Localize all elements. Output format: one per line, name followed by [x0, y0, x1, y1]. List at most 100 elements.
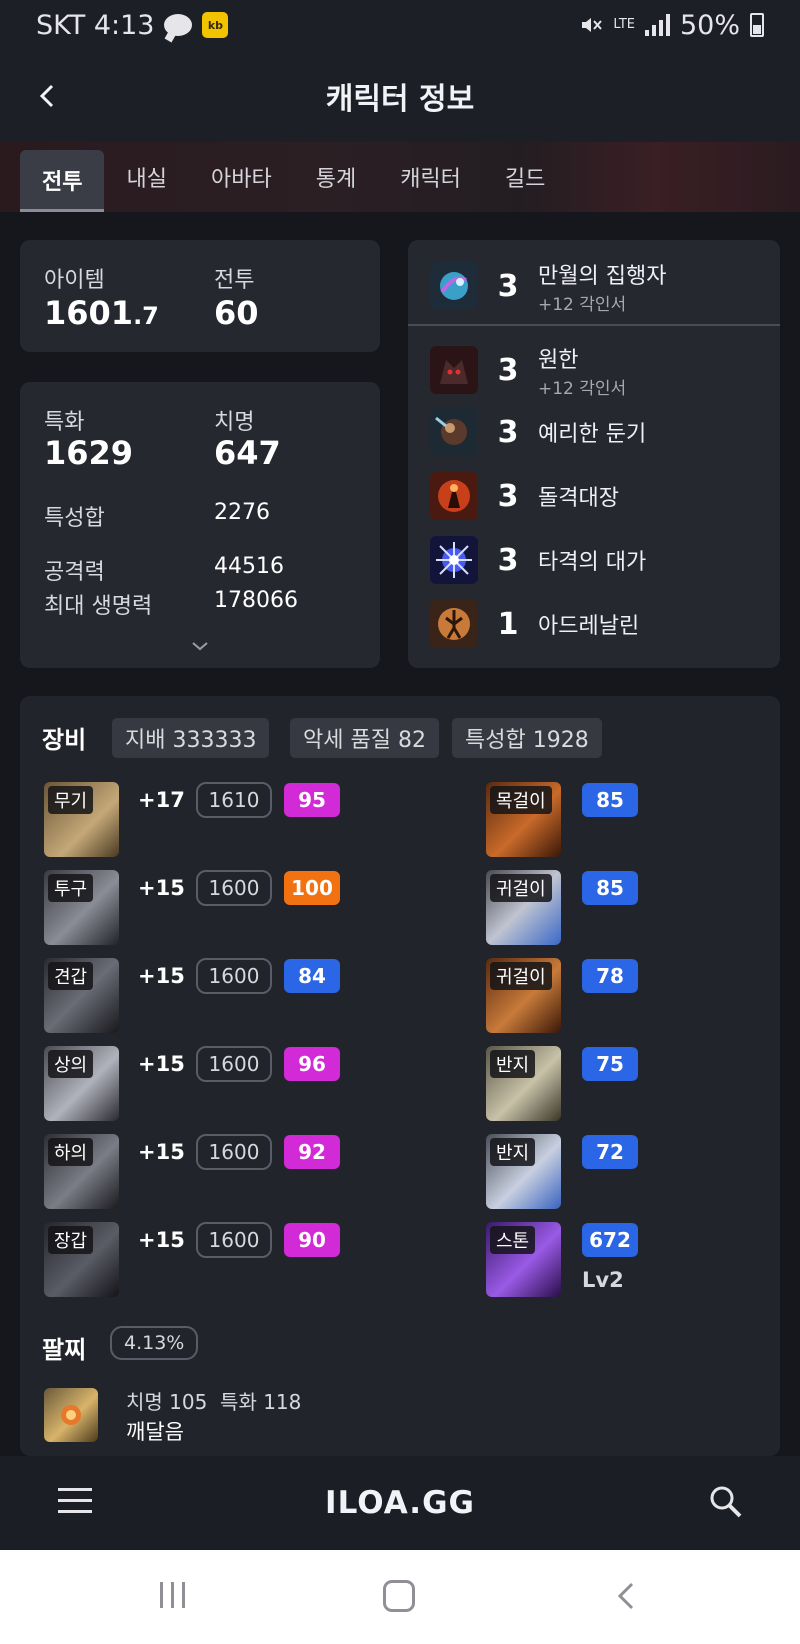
tab-stats[interactable]: 통계 [294, 142, 378, 212]
item-level-badge: 1600 [196, 1046, 272, 1082]
combat-level-value: 60 [214, 294, 259, 332]
engraving-item[interactable]: 3 예리한 둔기 [408, 400, 780, 464]
engraving-name: 돌격대장 [538, 486, 619, 511]
enhance-level: +15 [138, 1140, 185, 1164]
battery-icon [750, 13, 764, 37]
engraving-level: 1 [497, 606, 519, 642]
equip-tag: 귀걸이 [490, 874, 552, 902]
equip-tag: 스톤 [490, 1226, 536, 1254]
max-hp-value: 178066 [214, 588, 298, 613]
expand-chevron-icon[interactable] [190, 640, 210, 652]
equip-tag: 반지 [490, 1050, 536, 1078]
equip-tag: 무기 [48, 786, 94, 814]
equip-ring-1[interactable]: 반지 [486, 1046, 561, 1121]
hit-master-icon [430, 536, 478, 584]
kakao-icon: kb [202, 12, 229, 38]
enhance-level: +15 [138, 1052, 185, 1076]
quality-badge: 95 [284, 783, 340, 817]
engraving-level: 3 [497, 542, 519, 578]
recents-icon[interactable] [160, 1582, 185, 1608]
spec-label: 특화 [44, 410, 85, 435]
equip-helmet[interactable]: 투구 [44, 870, 119, 945]
engraving-divider [408, 324, 780, 326]
battery-percent: 50% [679, 9, 740, 41]
crit-label: 치명 [214, 410, 255, 435]
stats-card: 특화 1629 치명 647 특성합 2276 공격력 44516 최대 생명력… [20, 382, 380, 668]
quality-badge: 75 [582, 1047, 638, 1081]
quality-badge: 96 [284, 1047, 340, 1081]
equip-earring-1[interactable]: 귀걸이 [486, 870, 561, 945]
engraving-item[interactable]: 3 돌격대장 [408, 464, 780, 528]
tab-avatar[interactable]: 아바타 [189, 142, 294, 212]
bracelet-item[interactable] [44, 1388, 98, 1442]
carrier-time: SKT 4:13 [36, 9, 155, 41]
home-icon[interactable] [383, 1580, 415, 1612]
combat-level-label: 전투 [214, 268, 255, 293]
engraving-level: 3 [497, 414, 519, 450]
equip-chest[interactable]: 상의 [44, 1046, 119, 1121]
engraving-name: 만월의 집행자 [538, 263, 667, 289]
tab-character[interactable]: 캐릭터 [378, 142, 483, 212]
equip-tag: 반지 [490, 1138, 536, 1166]
tab-combat[interactable]: 전투 [20, 150, 105, 212]
equip-tag: 장갑 [48, 1226, 94, 1254]
quality-badge: 72 [582, 1135, 638, 1169]
tab-internal[interactable]: 내실 [104, 142, 188, 212]
equip-pants[interactable]: 하의 [44, 1134, 119, 1209]
equip-gloves[interactable]: 장갑 [44, 1222, 119, 1297]
quality-badge: 85 [582, 871, 638, 905]
engraving-item[interactable]: 3 만월의 집행자 +12 각인서 [408, 254, 780, 318]
set-chip: 지배 333333 [112, 718, 270, 758]
quality-badge: 84 [284, 959, 340, 993]
enhance-level: +15 [138, 1228, 185, 1252]
hamburger-menu-icon[interactable] [58, 1488, 92, 1516]
equip-shoulder[interactable]: 견갑 [44, 958, 119, 1033]
stone-level: Lv2 [582, 1268, 624, 1292]
bracelet-percent: 4.13% [110, 1326, 199, 1360]
accessory-quality-chip: 악세 품질 82 [290, 718, 439, 758]
engraving-level: 3 [497, 268, 519, 304]
status-bar: SKT 4:13 kb LTE 50% [0, 0, 800, 50]
signal-icon [644, 14, 670, 36]
keen-blunt-icon [430, 408, 478, 456]
equip-tag: 투구 [48, 874, 94, 902]
engraving-item[interactable]: 3 타격의 대가 [408, 528, 780, 592]
quality-badge: 672 [582, 1223, 638, 1257]
raid-captain-icon [430, 472, 478, 520]
grudge-icon [430, 346, 478, 394]
quality-badge: 85 [582, 783, 638, 817]
equip-earring-2[interactable]: 귀걸이 [486, 958, 561, 1033]
quality-badge: 78 [582, 959, 638, 993]
summary-card: 아이템 1601.7 전투 60 [20, 240, 380, 352]
attack-value: 44516 [214, 554, 284, 579]
equip-tag: 하의 [48, 1138, 94, 1166]
enhance-level: +17 [138, 788, 185, 812]
system-back-icon[interactable] [612, 1580, 644, 1612]
tab-guild[interactable]: 길드 [483, 142, 567, 212]
bracelet-title: 팔찌 [42, 1336, 87, 1364]
item-level-badge: 1600 [196, 1134, 272, 1170]
engraving-item[interactable]: 1 아드레날린 [408, 592, 780, 656]
equipment-card: 장비 지배 333333 악세 품질 82 특성합 1928 무기 +17 16… [20, 696, 780, 1456]
mute-icon [582, 18, 603, 32]
spec-value: 1629 [44, 434, 134, 472]
equip-stone[interactable]: 스톤 [486, 1222, 561, 1297]
site-logo[interactable]: ILOA.GG [325, 1485, 475, 1521]
bottom-nav: ILOA.GG [0, 1456, 800, 1550]
back-arrow-icon[interactable] [34, 82, 62, 110]
chat-icon [164, 14, 193, 36]
equip-necklace[interactable]: 목걸이 [486, 782, 561, 857]
total-stat-label: 특성합 [44, 506, 105, 531]
app-header: 캐릭터 정보 [0, 50, 800, 142]
equip-weapon[interactable]: 무기 [44, 782, 119, 857]
tab-bar: 전투 내실 아바타 통계 캐릭터 길드 [0, 142, 800, 212]
item-level-badge: 1610 [196, 782, 272, 818]
equip-ring-2[interactable]: 반지 [486, 1134, 561, 1209]
engraving-name: 아드레날린 [538, 614, 640, 639]
enhance-level: +15 [138, 964, 185, 988]
equipment-title: 장비 [42, 726, 87, 754]
item-level-badge: 1600 [196, 1222, 272, 1258]
engraving-item[interactable]: 3 원한 +12 각인서 [408, 338, 780, 402]
item-level-label: 아이템 [44, 268, 105, 293]
search-icon[interactable] [708, 1484, 744, 1520]
